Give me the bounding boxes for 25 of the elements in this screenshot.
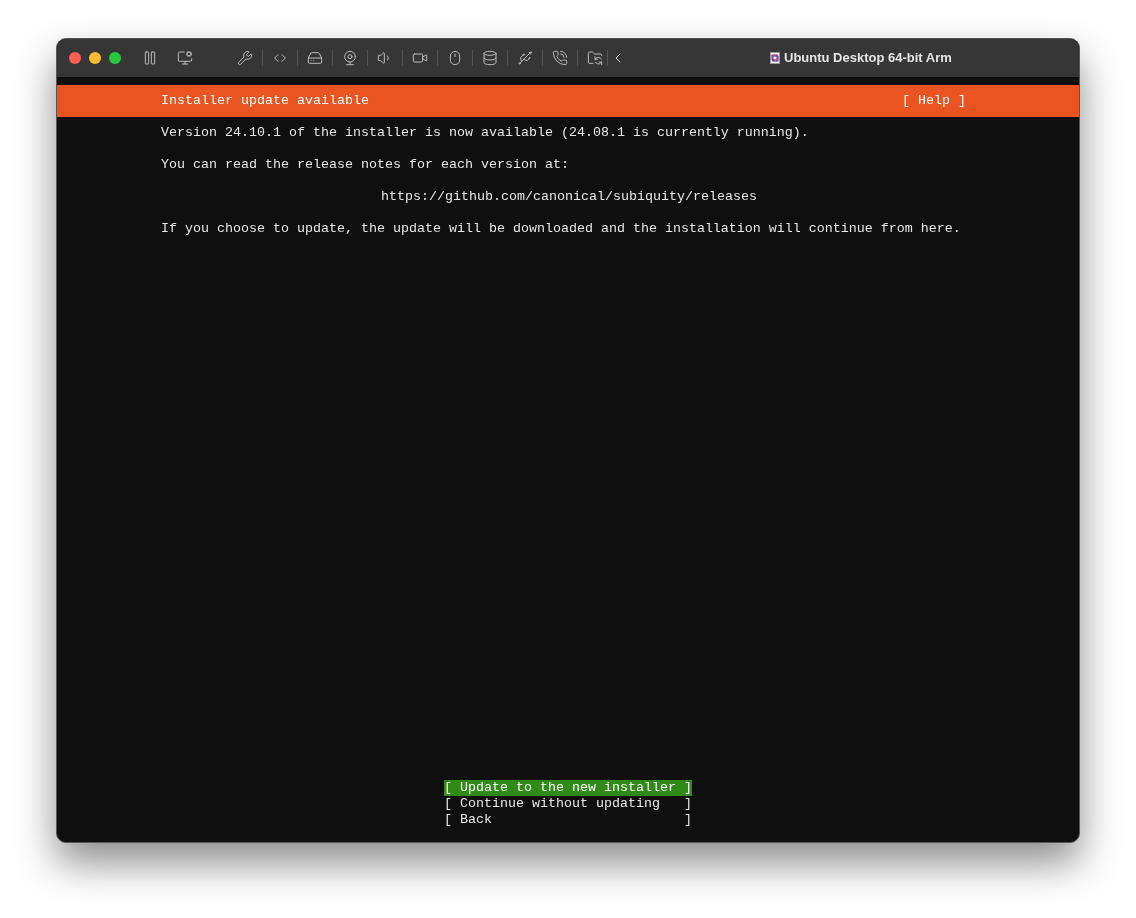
webcam-icon[interactable] [342, 50, 358, 66]
camera-icon[interactable] [412, 50, 428, 66]
usb-icon[interactable] [517, 50, 533, 66]
close-button[interactable] [69, 52, 81, 64]
window-title: Ubuntu Desktop 64-bit Arm [784, 49, 952, 68]
storage-icon[interactable] [482, 50, 498, 66]
mouse-icon[interactable] [447, 50, 463, 66]
wrench-icon[interactable] [237, 50, 253, 66]
minimize-button[interactable] [89, 52, 101, 64]
help-button[interactable]: [ Help ] [902, 91, 966, 111]
message-text: Version 24.10.1 of the installer is now available (24.08.1 is currently running). [161, 124, 809, 142]
menu-option[interactable]: [ Update to the new installer ] [444, 780, 692, 796]
pause-icon[interactable] [142, 50, 158, 66]
message-text: You can read the release notes for each version at: [161, 156, 569, 174]
phone-icon[interactable] [552, 50, 568, 66]
display-settings-icon[interactable] [177, 50, 193, 66]
menu-option[interactable]: [ Back ] [444, 812, 692, 828]
menu-option[interactable]: [ Continue without updating ] [444, 796, 692, 812]
message-text: If you choose to update, the update will be downloaded and the installation will continue from here. [161, 220, 961, 238]
zoom-button[interactable] [109, 52, 121, 64]
folder-icon[interactable] [587, 50, 603, 66]
release-url[interactable]: https://github.com/canonical/subiquity/releases [381, 187, 757, 207]
drive-icon[interactable] [307, 50, 323, 66]
header-title: Installer update available [161, 92, 369, 110]
document-icon [770, 52, 780, 64]
